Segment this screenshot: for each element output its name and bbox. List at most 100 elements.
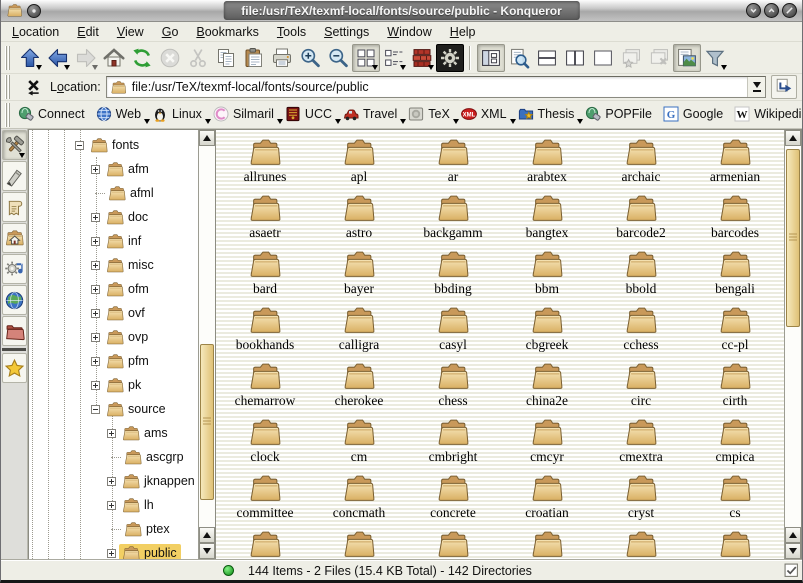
folder-partial[interactable] [218, 529, 312, 560]
folder-partial[interactable] [688, 529, 782, 560]
back-button[interactable] [44, 44, 72, 72]
folder-bayer[interactable]: bayer [312, 249, 406, 305]
scroll-up-button[interactable] [199, 130, 215, 146]
multicolumn-view-button[interactable] [380, 44, 408, 72]
folder-committee[interactable]: committee [218, 473, 312, 529]
folder-cmcyr[interactable]: cmcyr [500, 417, 594, 473]
folder-cbgreek[interactable]: cbgreek [500, 305, 594, 361]
folder-bard[interactable]: bard [218, 249, 312, 305]
reload-button[interactable] [128, 44, 156, 72]
expand-toggle-icon[interactable] [107, 501, 116, 510]
menu-go[interactable]: Go [162, 25, 179, 39]
expand-toggle-icon[interactable] [91, 357, 100, 366]
folder-bbold[interactable]: bbold [594, 249, 688, 305]
tree-item-source[interactable]: source [29, 397, 198, 421]
tree-item-ovp[interactable]: ovp [29, 325, 198, 349]
pin-button[interactable] [27, 4, 41, 18]
statusbar-toggle-icon[interactable] [784, 563, 799, 578]
folder-partial[interactable] [500, 529, 594, 560]
expand-toggle-icon[interactable] [91, 309, 100, 318]
tree-item-lh[interactable]: lh [29, 493, 198, 517]
expand-toggle-icon[interactable] [91, 213, 100, 222]
folder-bengali[interactable]: bengali [688, 249, 782, 305]
go-button[interactable] [771, 75, 797, 99]
locationbar-drag-handle[interactable] [5, 75, 12, 99]
toolbar-drag-handle[interactable] [5, 46, 12, 70]
tree-item-ovf[interactable]: ovf [29, 301, 198, 325]
tree-item-jknappen[interactable]: jknappen [29, 469, 198, 493]
menu-help[interactable]: Help [450, 25, 476, 39]
tree-item-pfm[interactable]: pfm [29, 349, 198, 373]
find-file-button[interactable] [505, 44, 533, 72]
sidebar-tab-home-folder[interactable] [2, 223, 27, 253]
bookmark-xml[interactable]: XMLXML [459, 104, 516, 125]
bookmark-travel[interactable]: Travel [341, 104, 406, 125]
folder-barcodes[interactable]: barcodes [688, 193, 782, 249]
zoom-out-button[interactable] [324, 44, 352, 72]
folder-partial[interactable] [594, 529, 688, 560]
single-view-button[interactable] [589, 44, 617, 72]
menu-bookmarks[interactable]: Bookmarks [196, 25, 259, 39]
scrollbar-thumb[interactable] [786, 149, 800, 327]
sidebar-tab-bookmarks-star[interactable] [2, 353, 27, 383]
tree-item-ams[interactable]: ams [29, 421, 198, 445]
show-sidebar-button[interactable] [477, 44, 505, 72]
folder-cryst[interactable]: cryst [594, 473, 688, 529]
bookmark-tex[interactable]: TeX [406, 104, 459, 125]
expand-toggle-icon[interactable] [107, 477, 116, 486]
icon-view-button[interactable] [352, 44, 380, 72]
tree-item-misc[interactable]: misc [29, 253, 198, 277]
folder-cm[interactable]: cm [312, 417, 406, 473]
folder-cc-pl[interactable]: cc-pl [688, 305, 782, 361]
scrollbar-thumb[interactable] [200, 344, 214, 500]
folder-astro[interactable]: astro [312, 193, 406, 249]
expand-toggle-icon[interactable] [91, 237, 100, 246]
sidebar-tab-pen[interactable] [2, 161, 27, 191]
folder-cchess[interactable]: cchess [594, 305, 688, 361]
folder-bbm[interactable]: bbm [500, 249, 594, 305]
folder-allrunes[interactable]: allrunes [218, 137, 312, 193]
tree-item-ascgrp[interactable]: ascgrp [29, 445, 198, 469]
sidebar-tab-tools[interactable] [2, 130, 27, 160]
bookmark-ucc[interactable]: UCC [283, 104, 341, 125]
expand-toggle-icon[interactable] [107, 429, 116, 438]
scroll-up-button[interactable] [199, 527, 215, 543]
menu-window[interactable]: Window [387, 25, 431, 39]
folder-cs[interactable]: cs [688, 473, 782, 529]
folder-circ[interactable]: circ [594, 361, 688, 417]
bookmark-google[interactable]: GGoogle [661, 104, 732, 125]
folder-cirth[interactable]: cirth [688, 361, 782, 417]
tree-item-public[interactable]: public [29, 541, 198, 560]
tree-item-afml[interactable]: afml [29, 181, 198, 205]
bookmark-connect[interactable]: Connect [16, 104, 94, 125]
tree-item-afm[interactable]: afm [29, 157, 198, 181]
expand-toggle-icon[interactable] [91, 333, 100, 342]
expand-toggle-icon[interactable] [91, 285, 100, 294]
sidebar-tab-history-scroll[interactable] [2, 192, 27, 222]
tree-item-doc[interactable]: doc [29, 205, 198, 229]
split-vertical-button[interactable] [561, 44, 589, 72]
folder-croatian[interactable]: croatian [500, 473, 594, 529]
sidebar-tab-network-globe[interactable] [2, 285, 27, 315]
minimize-button[interactable] [746, 3, 761, 18]
folder-bookhands[interactable]: bookhands [218, 305, 312, 361]
tree-item-ofm[interactable]: ofm [29, 277, 198, 301]
folder-calligra[interactable]: calligra [312, 305, 406, 361]
expand-toggle-icon[interactable] [91, 261, 100, 270]
folder-ar[interactable]: ar [406, 137, 500, 193]
up-button[interactable] [16, 44, 44, 72]
tree-item-inf[interactable]: inf [29, 229, 198, 253]
folder-concrete[interactable]: concrete [406, 473, 500, 529]
zoom-in-button[interactable] [296, 44, 324, 72]
tree-item-pk[interactable]: pk [29, 373, 198, 397]
menu-settings[interactable]: Settings [324, 25, 369, 39]
filter-button[interactable] [701, 44, 729, 72]
paste-button[interactable] [240, 44, 268, 72]
folder-cmpica[interactable]: cmpica [688, 417, 782, 473]
sidebar-tab-root-folder[interactable] [2, 316, 27, 346]
folder-chemarrow[interactable]: chemarrow [218, 361, 312, 417]
folder-asaetr[interactable]: asaetr [218, 193, 312, 249]
close-button[interactable] [782, 3, 797, 18]
bookmark-thesis[interactable]: Thesis [516, 104, 584, 125]
collapse-toggle-icon[interactable] [91, 405, 100, 414]
